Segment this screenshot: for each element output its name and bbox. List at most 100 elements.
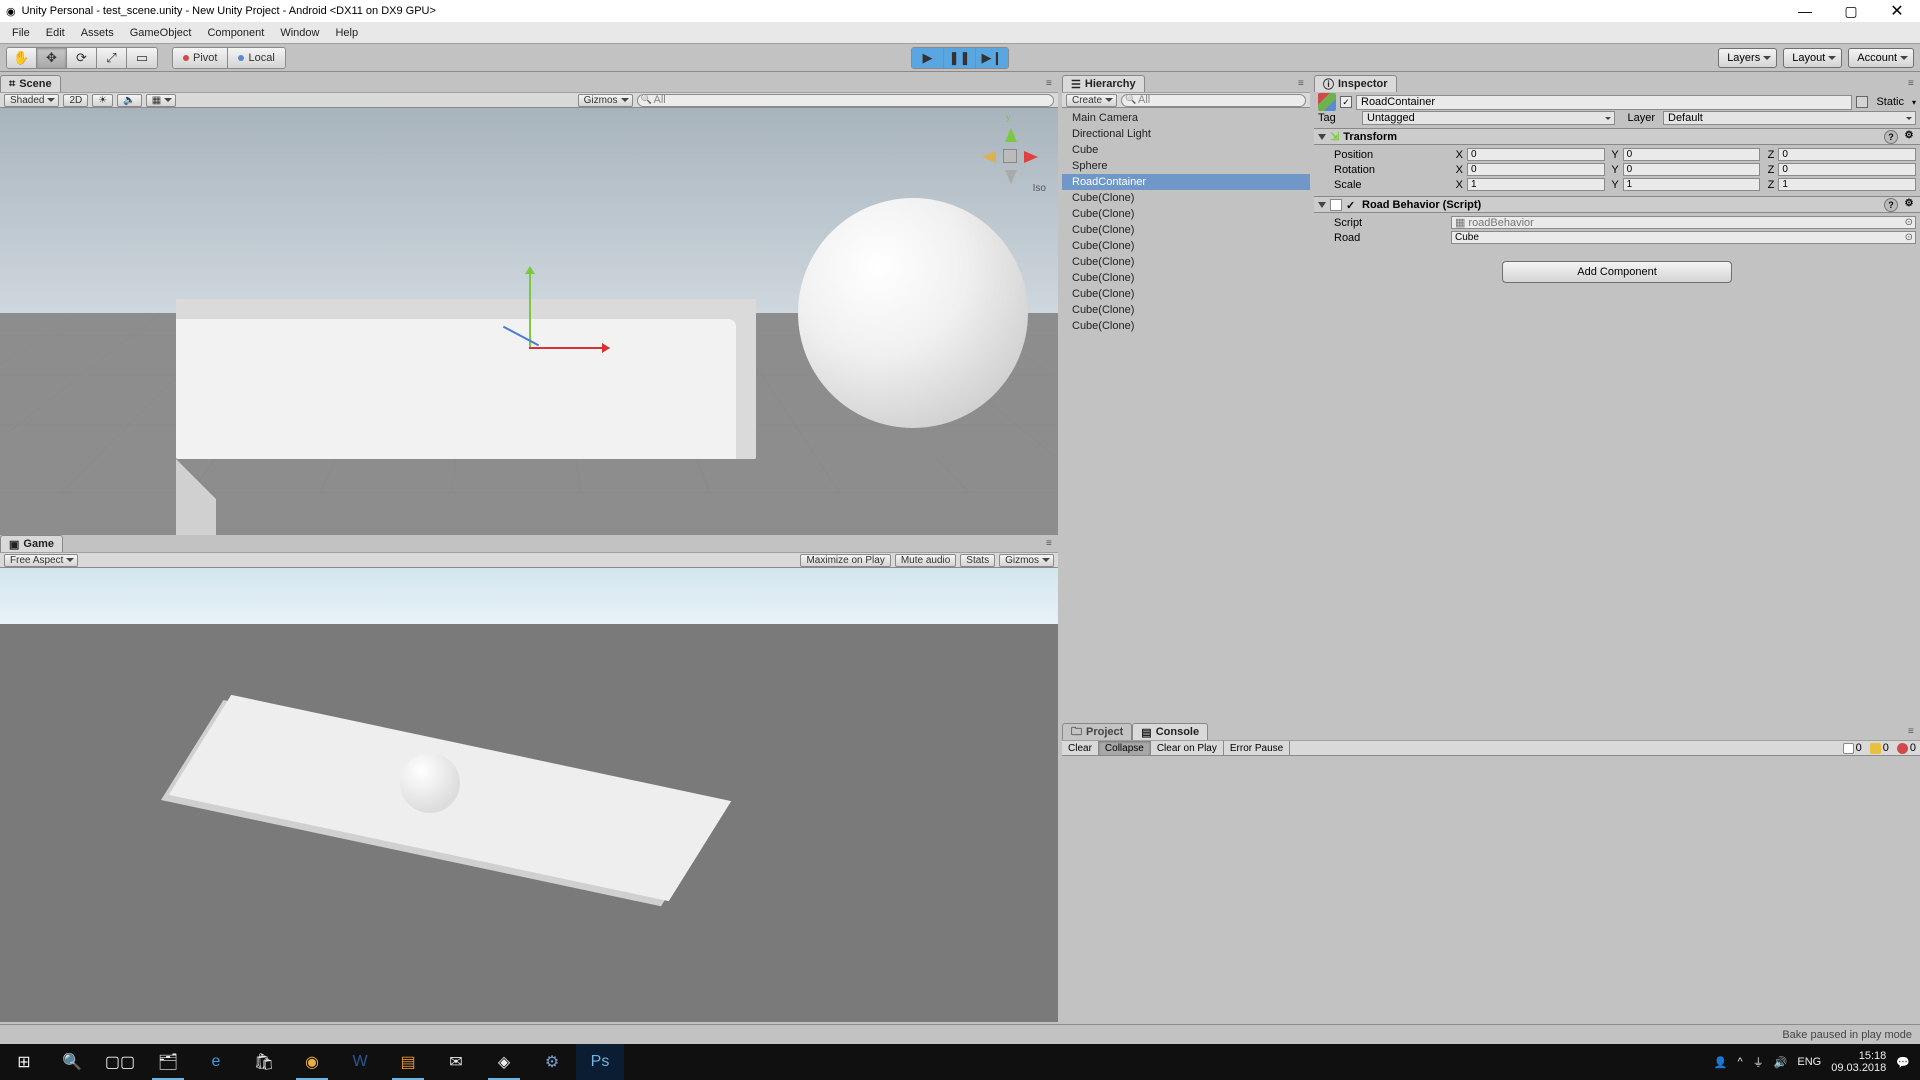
menu-gameobject[interactable]: GameObject	[122, 22, 200, 44]
axis-neg-y-cone-icon[interactable]	[1005, 170, 1017, 190]
rotation-z-input[interactable]: 0	[1778, 163, 1916, 176]
rotate-tool-button[interactable]: ⟳	[67, 48, 97, 68]
aspect-dropdown[interactable]: Free Aspect	[4, 554, 78, 567]
layer-dropdown[interactable]: Default	[1663, 111, 1916, 125]
hierarchy-item[interactable]: Directional Light	[1062, 126, 1310, 142]
hand-tool-button[interactable]: ✋	[7, 48, 37, 68]
word-icon[interactable]: W	[336, 1044, 384, 1080]
scene-search-input[interactable]: All	[637, 94, 1054, 107]
volume-icon[interactable]: 🔊	[1774, 1056, 1788, 1069]
component-menu-icon[interactable]: ⚙	[1902, 130, 1916, 144]
pivot-toggle[interactable]: Pivot	[173, 48, 228, 68]
file-explorer-icon[interactable]: 🗂	[144, 1044, 192, 1080]
step-button[interactable]: ▶❙	[976, 48, 1008, 68]
hierarchy-item[interactable]: Cube(Clone)	[1062, 270, 1310, 286]
hierarchy-item[interactable]: Sphere	[1062, 158, 1310, 174]
gameobject-active-checkbox[interactable]: ✓	[1340, 96, 1352, 108]
panel-menu-icon[interactable]	[1908, 77, 1918, 87]
script-enable-checkbox[interactable]: ✓	[1346, 199, 1358, 211]
unity-icon[interactable]: ◈	[480, 1044, 528, 1080]
menu-assets[interactable]: Assets	[73, 22, 122, 44]
hierarchy-item[interactable]: Cube(Clone)	[1062, 318, 1310, 334]
menu-edit[interactable]: Edit	[38, 22, 73, 44]
scene-tab[interactable]: ⌗Scene	[0, 75, 61, 92]
console-tab[interactable]: ▤Console	[1132, 723, 1208, 740]
hierarchy-create-dropdown[interactable]: Create	[1066, 94, 1117, 107]
sublime-icon[interactable]: ▤	[384, 1044, 432, 1080]
menu-help[interactable]: Help	[327, 22, 366, 44]
task-view-button[interactable]: ▢▢	[96, 1044, 144, 1080]
scale-x-input[interactable]: 1	[1467, 178, 1605, 191]
window-maximize-button[interactable]: ▢	[1828, 0, 1874, 22]
axis-neg-x-cone-icon[interactable]	[976, 151, 996, 163]
store-icon[interactable]: 🛍	[240, 1044, 288, 1080]
shading-mode-dropdown[interactable]: Shaded	[4, 94, 59, 107]
axis-x-cone-icon[interactable]	[1024, 151, 1044, 163]
edge-icon[interactable]: e	[192, 1044, 240, 1080]
clear-button[interactable]: Clear	[1062, 741, 1099, 755]
help-icon[interactable]: ?	[1884, 130, 1898, 144]
gizmo-center-cube[interactable]	[1003, 149, 1017, 163]
projection-label[interactable]: Iso	[1033, 183, 1046, 194]
hierarchy-item[interactable]: Cube(Clone)	[1062, 286, 1310, 302]
script-object-field[interactable]: ▦roadBehavior	[1451, 216, 1916, 229]
local-toggle[interactable]: Local	[228, 48, 284, 68]
game-gizmos-dropdown[interactable]: Gizmos	[999, 554, 1054, 567]
error-count[interactable]: 0	[1893, 742, 1920, 754]
hierarchy-item-selected[interactable]: RoadContainer	[1062, 174, 1310, 190]
scene-effects-dropdown[interactable]: ▦	[146, 94, 176, 107]
hierarchy-item[interactable]: Cube(Clone)	[1062, 238, 1310, 254]
fold-icon[interactable]	[1318, 134, 1326, 144]
scene-viewport[interactable]: y Iso	[0, 108, 1058, 535]
language-indicator[interactable]: ENG	[1797, 1056, 1821, 1068]
position-z-input[interactable]: 0	[1778, 148, 1916, 161]
cortana-search-button[interactable]: 🔍	[48, 1044, 96, 1080]
hierarchy-item[interactable]: Cube(Clone)	[1062, 254, 1310, 270]
inspector-tab[interactable]: ⓘInspector	[1314, 75, 1397, 92]
rotation-x-input[interactable]: 0	[1467, 163, 1605, 176]
gameobject-name-input[interactable]: RoadContainer	[1356, 95, 1852, 110]
scale-tool-button[interactable]: ⤢	[97, 48, 127, 68]
panel-menu-icon[interactable]	[1046, 537, 1056, 547]
info-count[interactable]: 0	[1839, 742, 1866, 754]
scene-audio-toggle[interactable]: 🔈	[117, 94, 141, 107]
project-tab[interactable]: 🗀Project	[1062, 723, 1132, 740]
hierarchy-item[interactable]: Cube	[1062, 142, 1310, 158]
panel-menu-icon[interactable]	[1298, 77, 1308, 87]
clear-on-play-toggle[interactable]: Clear on Play	[1151, 741, 1224, 755]
app-icon[interactable]: ⚙	[528, 1044, 576, 1080]
hierarchy-item[interactable]: Cube(Clone)	[1062, 222, 1310, 238]
road-object-field[interactable]: Cube	[1451, 231, 1916, 244]
hierarchy-tab[interactable]: ☰Hierarchy	[1062, 75, 1145, 92]
gizmo-x-axis[interactable]	[529, 347, 609, 349]
layers-dropdown[interactable]: Layers	[1718, 48, 1777, 68]
scene-light-toggle[interactable]: ☀	[92, 94, 113, 107]
component-menu-icon[interactable]: ⚙	[1902, 198, 1916, 212]
maximize-on-play-toggle[interactable]: Maximize on Play	[800, 554, 890, 567]
menu-component[interactable]: Component	[199, 22, 272, 44]
static-dropdown-arrow[interactable]: ▾	[1912, 98, 1916, 107]
game-viewport[interactable]	[0, 568, 1058, 1022]
gizmo-y-axis[interactable]	[529, 267, 531, 347]
scale-z-input[interactable]: 1	[1778, 178, 1916, 191]
transform-component-header[interactable]: ⇲ Transform ? ⚙	[1314, 128, 1920, 145]
network-icon[interactable]: ⏚	[1753, 1054, 1764, 1070]
hierarchy-item[interactable]: Main Camera	[1062, 110, 1310, 126]
pause-button[interactable]: ❚❚	[944, 48, 976, 68]
mail-icon[interactable]: ✉	[432, 1044, 480, 1080]
menu-window[interactable]: Window	[272, 22, 327, 44]
static-checkbox[interactable]	[1856, 96, 1868, 108]
scale-y-input[interactable]: 1	[1623, 178, 1761, 191]
account-dropdown[interactable]: Account	[1848, 48, 1914, 68]
position-x-input[interactable]: 0	[1467, 148, 1605, 161]
hierarchy-item[interactable]: Cube(Clone)	[1062, 190, 1310, 206]
fold-icon[interactable]	[1318, 202, 1326, 212]
tag-dropdown[interactable]: Untagged	[1362, 111, 1615, 125]
window-minimize-button[interactable]: —	[1782, 0, 1828, 22]
hierarchy-item[interactable]: Cube(Clone)	[1062, 206, 1310, 222]
panel-menu-icon[interactable]	[1908, 725, 1918, 735]
collapse-toggle[interactable]: Collapse	[1099, 741, 1151, 755]
clock[interactable]: 15:18 09.03.2018	[1831, 1050, 1886, 1074]
chrome-icon[interactable]: ◉	[288, 1044, 336, 1080]
rect-tool-button[interactable]: ▭	[127, 48, 157, 68]
